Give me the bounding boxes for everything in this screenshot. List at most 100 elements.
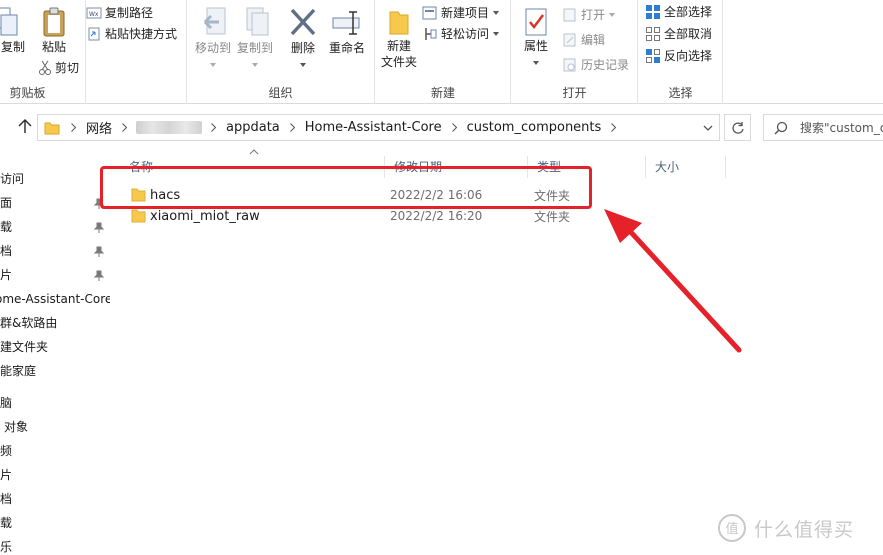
scissors-icon [39,60,51,75]
copy-to-dropdown-icon [252,63,258,67]
copy-path-icon: Wx [86,7,102,19]
select-none-button[interactable]: 全部取消 [645,24,712,44]
refresh-icon [731,121,744,134]
open-group: 属性 打开 编辑 历史记录 打开 [512,0,638,104]
nav-item-downloads[interactable]: 载 [0,215,12,239]
copy-icon [0,7,18,36]
new-folder-icon [389,11,409,35]
sort-ascending-chevron-up-icon [249,149,259,155]
nav-item-pictures-2[interactable]: 片 [0,463,12,487]
new-item-button[interactable]: 新建项目 [422,3,500,23]
edit-icon [563,33,576,47]
ribbon: 复制 粘贴 剪贴板 Wx 复制路径 粘贴快捷方式 剪切 移动到 复制到 删除 重… [0,0,883,104]
properties-check-icon [525,8,547,36]
nav-item-documents-2[interactable]: 档 [0,487,12,511]
open-button[interactable]: 打开 [562,5,616,25]
search-placeholder: 搜索"custom_c [800,121,883,135]
cut-button[interactable]: 剪切 [38,58,79,78]
nav-item-smart-home[interactable]: 能家庭 [0,359,36,383]
invert-selection-icon [646,49,660,63]
breadcrumb-custom-components[interactable]: custom_components [464,120,605,135]
nav-item-documents[interactable]: 档 [0,239,12,263]
navigation-pane: 访问 面 载 档 片 ome-Assistant-Core 群&软路由 建文件夹… [0,150,110,555]
new-folder-button[interactable]: 新建 文件夹 [380,6,418,70]
address-bar[interactable]: 网络 appdata Home-Assistant-Core custom_co… [37,114,720,141]
watermark-logo-icon: 值 [718,514,746,542]
annotation-arrow-icon [604,209,742,353]
svg-text:Wx: Wx [89,11,99,18]
column-header-size[interactable]: 大小 [646,156,726,178]
address-row: 网络 appdata Home-Assistant-Core custom_co… [0,104,883,148]
nav-item-pictures[interactable]: 片 [0,263,12,287]
nav-item-new-folder[interactable]: 建文件夹 [0,335,48,359]
nav-item-downloads-2[interactable]: 载 [0,511,12,535]
nav-item-music[interactable]: 乐 [0,535,12,555]
breadcrumb-home-assistant-core[interactable]: Home-Assistant-Core [302,120,445,135]
paste-shortcut-icon [88,27,100,41]
breadcrumb-appdata[interactable]: appdata [223,120,283,135]
address-history-chevron-down-icon[interactable] [703,124,713,132]
folder-icon [44,122,60,134]
delete-dropdown-icon [300,63,306,67]
select-none-icon [646,27,660,41]
redacted-host [136,121,203,134]
new-group-label: 新建 [430,86,455,100]
history-icon [563,58,576,72]
invert-selection-button[interactable]: 反向选择 [645,46,712,66]
open-dropdown-icon [609,13,616,17]
svg-text:值: 值 [725,521,738,537]
clipboard-icon [43,7,65,37]
paste-shortcut-button[interactable]: 粘贴快捷方式 [86,24,177,44]
organize-group: 移动到 复制到 删除 重命名 组织 [187,0,375,104]
copy-path-button[interactable]: Wx 复制路径 [86,3,153,23]
history-button[interactable]: 历史记录 [562,55,629,75]
properties-button[interactable]: 属性 [518,6,554,68]
search-input[interactable]: 搜索"custom_c [763,114,883,141]
open-icon [563,8,576,22]
rename-button[interactable]: 重命名 [327,6,367,56]
chevron-right-icon [71,123,76,132]
copy-to-icon [246,7,269,36]
clipboard-group-label: 剪贴板 [9,86,46,100]
chevron-right-icon [211,123,217,132]
edit-button[interactable]: 编辑 [562,30,605,50]
move-to-button[interactable]: 移动到 [193,6,233,70]
new-item-dropdown-icon [493,11,500,15]
paste-button[interactable]: 粘贴 [36,6,72,55]
breadcrumb-network[interactable]: 网络 [83,118,115,137]
easy-access-button[interactable]: 轻松访问 [422,24,500,44]
watermark-text: 什么值得买 [754,518,855,541]
new-group: 新建 文件夹 新建项目 轻松访问 新建 [376,0,511,104]
file-date: 2022/2/2 16:20 [390,209,483,223]
pin-icon [94,246,104,257]
file-type: 文件夹 [534,209,571,224]
nav-item-this-pc[interactable]: 脑 [0,391,12,415]
copy-button[interactable]: 复制 [0,6,26,55]
chevron-right-icon [451,123,457,132]
delete-x-icon [290,8,316,36]
select-all-icon [646,5,660,19]
nav-item-3d-objects[interactable]: 对象 [4,415,28,439]
easy-access-icon [425,28,437,40]
select-all-button[interactable]: 全部选择 [645,2,712,22]
open-group-label: 打开 [562,86,587,100]
move-to-icon [203,7,226,35]
file-list: 名称 修改日期 类型 大小 hacs 2022/2/2 16:06 文件夹 xi… [110,149,883,555]
easy-access-dropdown-icon [493,32,500,36]
nav-item-home-assistant-core[interactable]: ome-Assistant-Core [0,287,110,311]
delete-button[interactable]: 删除 [285,6,321,70]
select-group: 全部选择 全部取消 反向选择 选择 [639,0,723,104]
copy-to-button[interactable]: 复制到 [235,6,275,70]
move-to-dropdown-icon [210,63,216,67]
nav-item-desktop[interactable]: 面 [0,191,12,215]
file-name: xiaomi_miot_raw [150,208,260,224]
up-arrow-icon[interactable] [16,117,34,135]
annotation-highlight-box [100,166,592,209]
nav-item-quick-access[interactable]: 访问 [0,167,24,191]
clipboard-group: 复制 粘贴 剪贴板 [0,0,86,104]
nav-item-group-router[interactable]: 群&软路由 [0,311,57,335]
refresh-button[interactable] [724,114,751,141]
select-group-label: 选择 [668,86,693,100]
chevron-right-icon [122,123,128,132]
nav-item-videos[interactable]: 频 [0,439,12,463]
